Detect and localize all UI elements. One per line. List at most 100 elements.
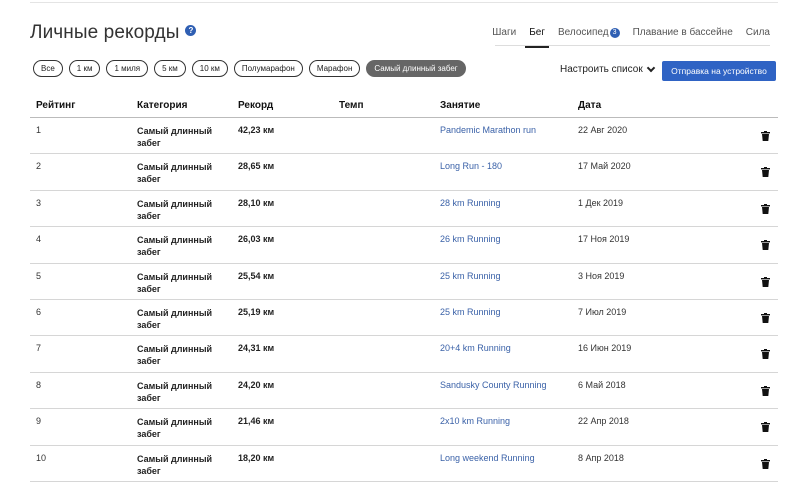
table-header: Рейтинг Категория Рекорд Темп Занятие Да… <box>30 97 778 118</box>
tab-label: Шаги <box>492 27 517 38</box>
date-cell: 3 Ноя 2019 <box>578 270 625 281</box>
record-cell: 28,10 км <box>238 197 275 208</box>
sport-tabs: Шаги Бег Велосипед 3 Плавание в бассейне Сила <box>479 27 770 48</box>
pace-cell <box>339 271 440 299</box>
customize-list-dropdown[interactable]: Настроить список <box>560 63 655 75</box>
filter-chip-5[interactable]: Полумарафон <box>233 60 303 77</box>
tab-label: Велосипед <box>558 27 609 38</box>
tab-label: Бег <box>529 27 545 38</box>
help-icon[interactable]: ? <box>185 24 197 36</box>
record-cell: 26,03 км <box>238 234 275 245</box>
category-cell: Самый длинный забег <box>137 162 213 185</box>
trash-icon[interactable] <box>761 422 770 433</box>
record-cell: 42,23 км <box>238 125 275 135</box>
date-cell: 17 Ноя 2019 <box>578 234 630 245</box>
filter-chip-7[interactable]: Самый длинный забег <box>366 60 466 77</box>
activity-link[interactable]: Long Run - 180 <box>440 161 578 189</box>
trash-icon[interactable] <box>761 167 770 178</box>
filter-chip-0[interactable]: Все <box>33 60 63 77</box>
category-cell: Самый длинный забег <box>137 198 213 221</box>
page-header: Личные рекорды ? <box>30 22 197 44</box>
trash-icon[interactable] <box>761 312 770 323</box>
date-cell: 22 Апр 2018 <box>578 416 629 427</box>
trash-icon[interactable] <box>761 385 770 396</box>
category-cell: Самый длинный забег <box>137 344 213 367</box>
customize-list-label: Настроить список <box>560 64 643 75</box>
date-cell: 17 Май 2020 <box>578 161 631 172</box>
chevron-down-icon <box>646 63 655 72</box>
tabs-divider <box>495 45 770 46</box>
trash-icon[interactable] <box>761 203 770 214</box>
table-row: 3 Самый длинный забег 28,10 км 28 km Runnin… <box>30 191 778 228</box>
activity-link[interactable]: Pandemic Marathon run <box>440 125 578 153</box>
trash-icon[interactable] <box>761 458 770 469</box>
table-row: 4 Самый длинный забег 26,03 км 26 km Runnin… <box>30 227 778 264</box>
rank-cell: 10 <box>36 452 47 463</box>
date-cell: 1 Дек 2019 <box>578 197 624 208</box>
pace-cell <box>339 125 440 153</box>
pace-cell <box>339 453 440 481</box>
activity-link[interactable]: 25 km Running <box>440 271 578 299</box>
table-row: 7 Самый длинный забег 24,31 км 20+4 km Runn… <box>30 336 778 373</box>
pace-cell <box>339 343 440 371</box>
table-body: 1 Самый длинный забег 42,23 км Pandemic Mar… <box>30 118 778 482</box>
filter-chip-3[interactable]: 5 км <box>154 60 186 77</box>
activity-link[interactable]: 26 km Running <box>440 234 578 262</box>
tab-3[interactable]: Плавание в бассейне <box>633 27 733 45</box>
activity-link[interactable]: 25 km Running <box>440 307 578 335</box>
activity-link[interactable]: 2x10 km Running <box>440 416 578 444</box>
date-cell: 6 Май 2018 <box>578 379 626 390</box>
trash-icon[interactable] <box>761 276 770 287</box>
trash-icon[interactable] <box>761 240 770 251</box>
record-cell: 18,20 км <box>238 452 275 463</box>
header-pace[interactable]: Темп <box>339 100 440 111</box>
trash-icon[interactable] <box>761 349 770 360</box>
tab-1[interactable]: Бег <box>525 27 549 48</box>
date-cell: 8 Апр 2018 <box>578 452 624 463</box>
tab-badge: 3 <box>609 27 620 38</box>
activity-link[interactable]: 28 km Running <box>440 198 578 226</box>
filter-chip-1[interactable]: 1 км <box>68 60 101 77</box>
records-table: Рейтинг Категория Рекорд Темп Занятие Да… <box>30 97 778 482</box>
category-cell: Самый длинный забег <box>137 380 213 403</box>
pace-cell <box>339 307 440 335</box>
category-cell: Самый длинный забег <box>137 235 213 258</box>
date-cell: 22 Авг 2020 <box>578 125 628 135</box>
record-cell: 28,65 км <box>238 161 275 172</box>
category-cell: Самый длинный забег <box>137 271 213 294</box>
activity-link[interactable]: Sandusky County Running <box>440 380 578 408</box>
rank-cell: 3 <box>36 197 42 208</box>
table-row: 10 Самый длинный забег 18,20 км Long weeken… <box>30 446 778 482</box>
rank-cell: 2 <box>36 161 42 172</box>
activity-link[interactable]: Long weekend Running <box>440 453 578 481</box>
pace-cell <box>339 234 440 262</box>
filter-chip-4[interactable]: 10 км <box>191 60 228 77</box>
record-cell: 25,54 км <box>238 270 275 281</box>
filter-chip-6[interactable]: Марафон <box>308 60 361 77</box>
filter-chip-2[interactable]: 1 миля <box>106 60 149 77</box>
category-cell: Самый длинный забег <box>137 126 213 148</box>
header-record[interactable]: Рекорд <box>238 100 339 111</box>
header-rank[interactable]: Рейтинг <box>30 100 137 111</box>
header-date[interactable]: Дата <box>578 100 728 111</box>
pace-cell <box>339 416 440 444</box>
record-cell: 24,31 км <box>238 343 275 354</box>
activity-link[interactable]: 20+4 km Running <box>440 343 578 371</box>
rank-cell: 5 <box>36 270 42 281</box>
pace-cell <box>339 161 440 189</box>
record-cell: 25,19 км <box>238 306 275 317</box>
header-category[interactable]: Категория <box>137 100 238 112</box>
header-activity[interactable]: Занятие <box>440 100 578 111</box>
tab-label: Сила <box>745 27 770 38</box>
tab-0[interactable]: Шаги <box>492 27 516 45</box>
tab-4[interactable]: Сила <box>746 27 770 45</box>
category-cell: Самый длинный забег <box>137 417 213 440</box>
trash-icon[interactable] <box>761 131 770 141</box>
tab-2[interactable]: Велосипед 3 <box>558 27 620 45</box>
record-cell: 24,20 км <box>238 379 275 390</box>
date-cell: 7 Июл 2019 <box>578 306 627 317</box>
send-to-device-button[interactable]: Отправка на устройство <box>662 61 776 81</box>
table-row: 2 Самый длинный забег 28,65 км Long Run - 1… <box>30 154 778 191</box>
pace-cell <box>339 380 440 408</box>
top-divider <box>30 2 778 3</box>
